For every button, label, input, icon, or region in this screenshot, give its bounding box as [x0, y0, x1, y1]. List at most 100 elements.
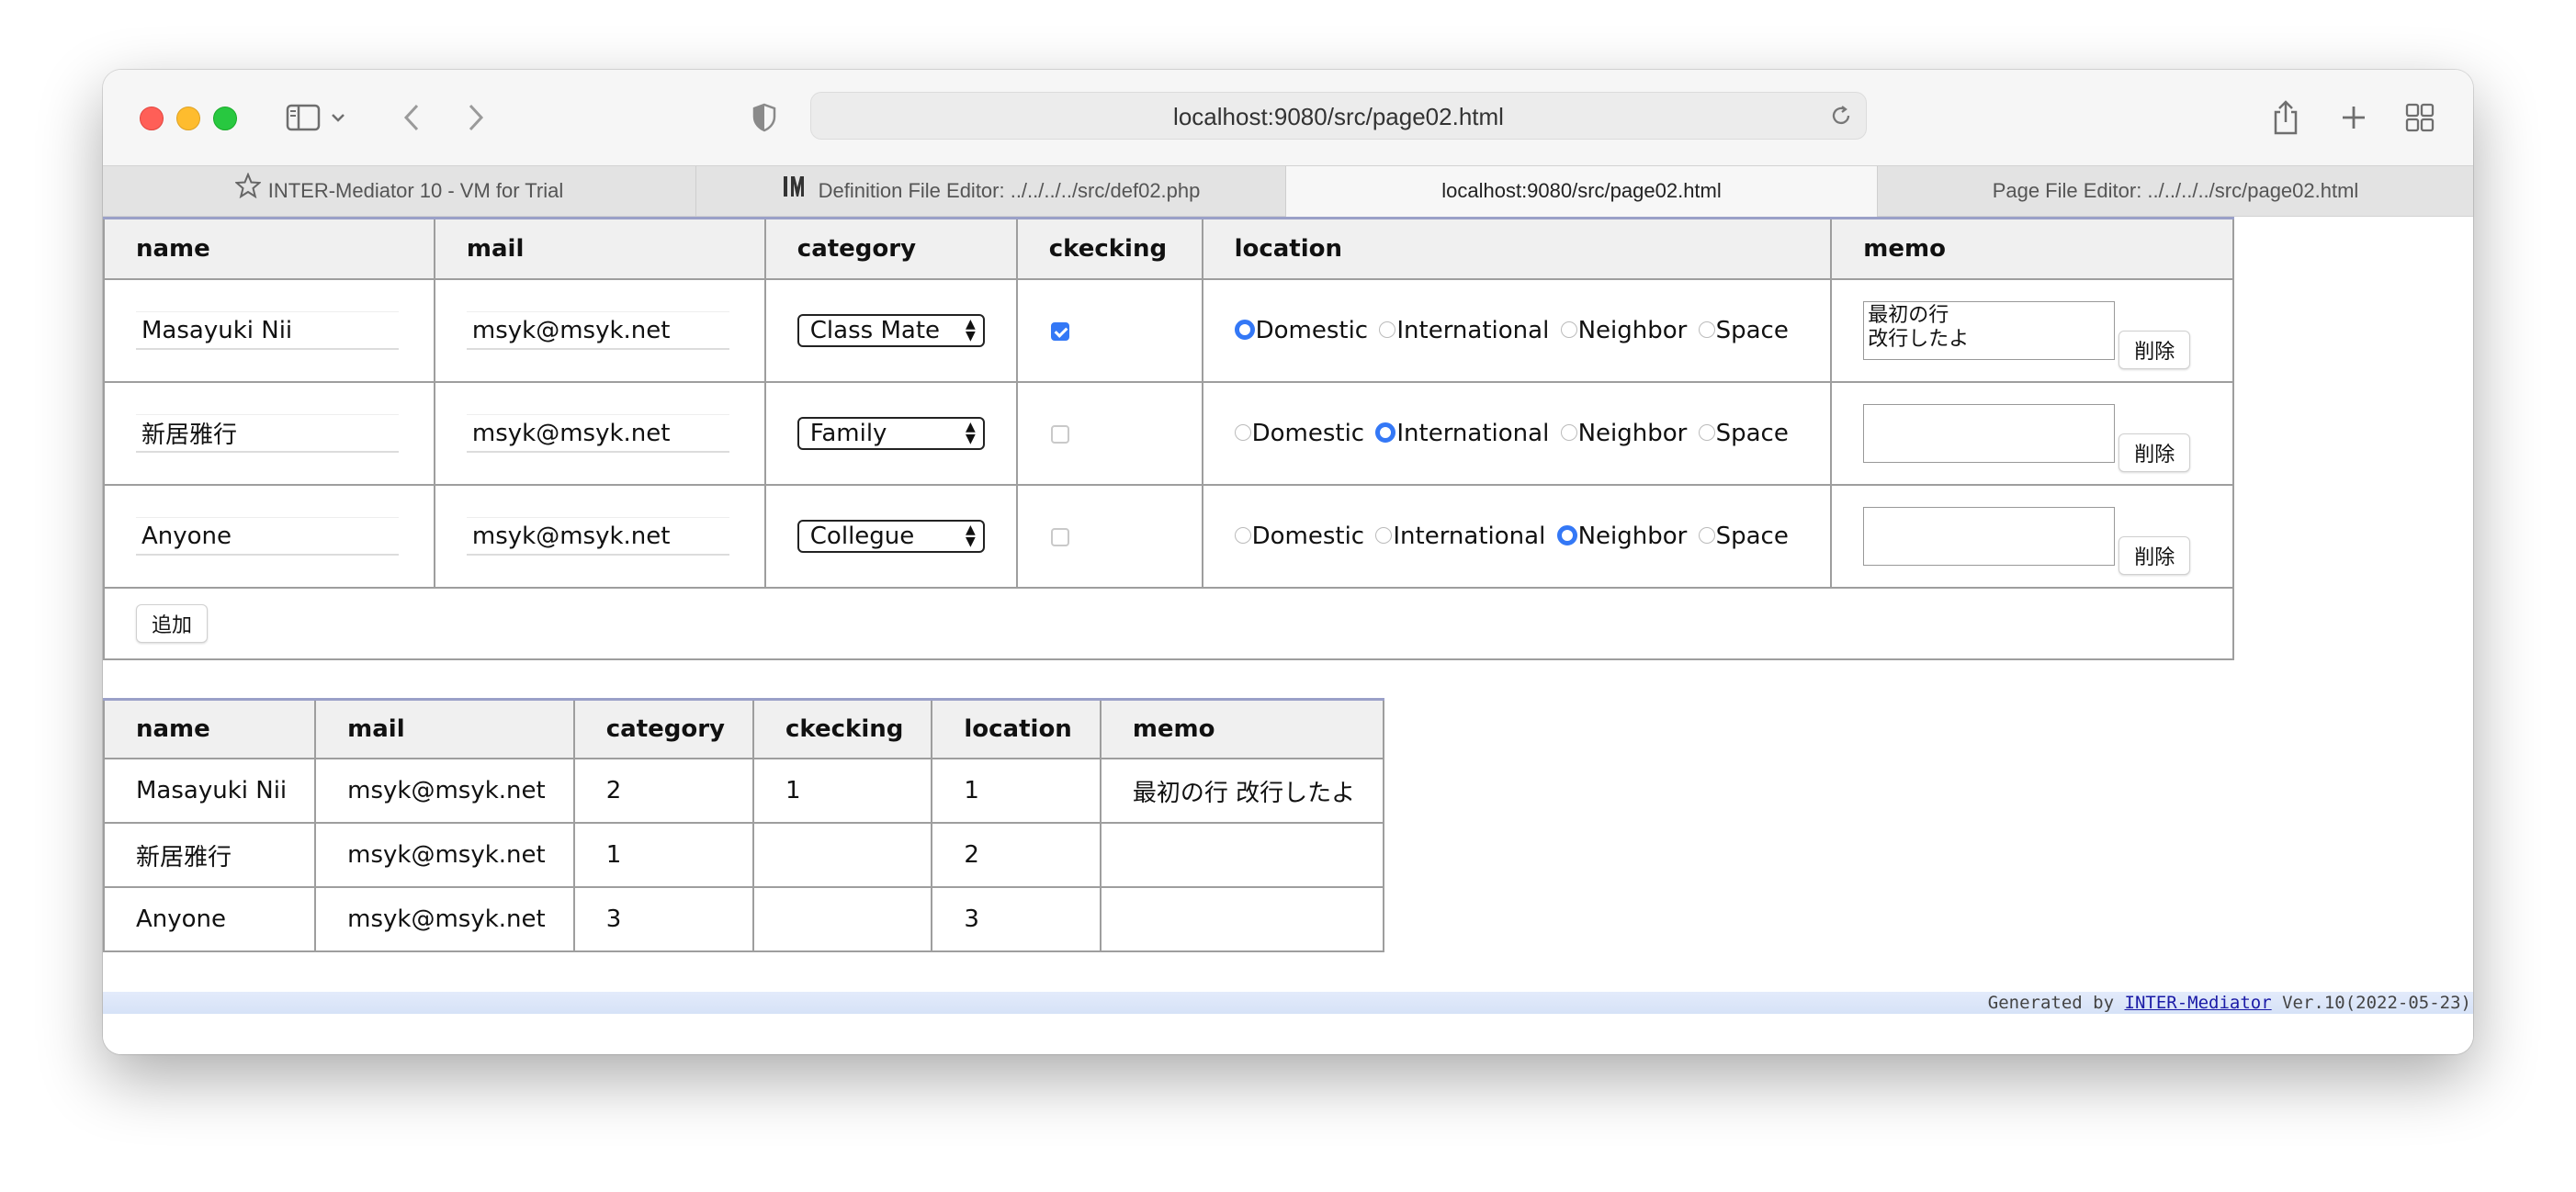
- tab-bar: INTER-Mediator 10 - VM for Trial Definit…: [103, 165, 2473, 218]
- share-icon[interactable]: [2267, 97, 2304, 138]
- mail-field[interactable]: [466, 517, 729, 556]
- radio-neighbor[interactable]: [1560, 320, 1577, 338]
- name-cell: [103, 278, 435, 383]
- location-cell: Domestic International Neighbor Space: [1201, 381, 1833, 486]
- forward-icon[interactable]: [459, 97, 492, 138]
- table-row: Family ▲▼ Domestic International Neighbor…: [103, 381, 2234, 486]
- address-bar[interactable]: localhost:9080/src/page02.html: [810, 92, 1867, 140]
- header-name: name: [103, 217, 435, 280]
- category-cell: Collegue ▲ ▼: [763, 484, 1018, 589]
- radio-international[interactable]: [1375, 422, 1396, 443]
- tab-overview-icon[interactable]: [2401, 97, 2438, 138]
- list-table: name mail category ckecking location mem…: [103, 698, 1385, 952]
- tab-definition-file-editor[interactable]: Definition File Editor: ../../../../src/…: [696, 166, 1286, 218]
- radio-label-space: Space: [1715, 420, 1789, 447]
- header-category: category: [763, 217, 1018, 280]
- checking-cell: [1015, 381, 1203, 486]
- checking-checkbox[interactable]: [1050, 527, 1069, 546]
- list-cell: 3: [931, 886, 1102, 952]
- category-select-value: Collegue: [809, 523, 915, 550]
- radio-space[interactable]: [1698, 526, 1715, 544]
- privacy-shield-icon[interactable]: [748, 97, 781, 138]
- radio-neighbor[interactable]: [1556, 524, 1577, 545]
- minimize-window-button[interactable]: [176, 107, 200, 130]
- select-arrows-icon: ▲ ▼: [966, 523, 976, 549]
- zoom-window-button[interactable]: [213, 107, 237, 130]
- list-cell: 3: [572, 886, 755, 952]
- radio-international[interactable]: [1375, 526, 1393, 544]
- im-logo-icon: [782, 167, 811, 217]
- list-header-memo: memo: [1099, 698, 1385, 759]
- radio-space[interactable]: [1698, 423, 1715, 441]
- add-button[interactable]: 追加: [136, 604, 209, 643]
- list-cell: [1099, 822, 1385, 888]
- radio-space[interactable]: [1698, 320, 1715, 338]
- list-cell: 1: [572, 822, 755, 888]
- checking-checkbox[interactable]: [1050, 424, 1069, 444]
- header-location: location: [1201, 217, 1833, 280]
- list-cell: [751, 886, 933, 952]
- radio-label-neighbor: Neighbor: [1577, 420, 1688, 447]
- reload-icon[interactable]: [1829, 104, 1853, 132]
- list-cell: msyk@msyk.net: [314, 886, 575, 952]
- star-icon: [233, 167, 262, 217]
- mail-cell: [433, 278, 766, 383]
- mail-field[interactable]: [466, 414, 729, 453]
- delete-button[interactable]: 削除: [2118, 433, 2191, 472]
- checking-cell: [1015, 278, 1203, 383]
- list-cell: 新居雅行: [103, 822, 317, 888]
- tab-page-file-editor[interactable]: Page File Editor: ../../../../src/page02…: [1878, 166, 2473, 218]
- table-row: Collegue ▲▼ Domestic International Neighb…: [103, 484, 2234, 589]
- mail-cell: [433, 381, 766, 486]
- checking-checkbox[interactable]: [1050, 321, 1069, 341]
- radio-domestic[interactable]: [1234, 423, 1251, 441]
- memo-textarea[interactable]: [1863, 404, 2116, 463]
- footer-suffix: Ver.10(2022-05-23): [2271, 993, 2471, 1013]
- back-icon[interactable]: [395, 97, 428, 138]
- category-select-value: Class Mate: [809, 317, 941, 344]
- location-cell: Domestic International Neighbor Space: [1201, 484, 1833, 589]
- delete-button[interactable]: 削除: [2118, 536, 2191, 575]
- list-cell: [751, 822, 933, 888]
- memo-textarea[interactable]: 最初の行 改行したよ: [1863, 301, 2116, 360]
- editor-table: name mail category ckecking location mem…: [103, 217, 2234, 660]
- tab-inter-mediator-trial[interactable]: INTER-Mediator 10 - VM for Trial: [103, 166, 696, 218]
- list-cell: 最初の行 改行したよ: [1099, 758, 1385, 824]
- list-cell: 2: [931, 822, 1102, 888]
- memo-textarea[interactable]: [1863, 507, 2116, 566]
- title-bar: localhost:9080/src/page02.html: [103, 70, 2473, 165]
- location-cell: Domestic International Neighbor Space: [1201, 278, 1833, 383]
- category-select[interactable]: Class Mate ▲ ▼: [797, 314, 985, 347]
- radio-label-domestic: Domestic: [1251, 523, 1365, 550]
- mail-field[interactable]: [466, 311, 729, 350]
- name-field[interactable]: [136, 414, 399, 453]
- memo-cell: 削除: [1830, 381, 2234, 486]
- radio-domestic[interactable]: [1234, 319, 1255, 340]
- list-header-mail: mail: [314, 698, 575, 759]
- category-select[interactable]: Collegue ▲ ▼: [797, 520, 985, 553]
- category-select[interactable]: Family ▲ ▼: [797, 417, 985, 450]
- radio-label-domestic: Domestic: [1251, 420, 1365, 447]
- tab-label: INTER-Mediator 10 - VM for Trial: [267, 179, 564, 202]
- name-field[interactable]: [136, 311, 399, 350]
- chevron-down-icon[interactable]: [327, 97, 349, 138]
- list-cell: 2: [572, 758, 755, 824]
- radio-neighbor[interactable]: [1560, 423, 1577, 441]
- list-cell: Anyone: [103, 886, 317, 952]
- tab-page02-active[interactable]: localhost:9080/src/page02.html: [1286, 166, 1878, 218]
- name-field[interactable]: [136, 517, 399, 556]
- inter-mediator-link[interactable]: INTER-Mediator: [2125, 993, 2272, 1013]
- select-arrows-icon: ▲ ▼: [966, 420, 976, 446]
- delete-button[interactable]: 削除: [2118, 331, 2191, 369]
- category-select-value: Family: [809, 420, 887, 447]
- sidebar-icon[interactable]: [283, 97, 323, 138]
- new-tab-icon[interactable]: [2335, 97, 2372, 138]
- url-text: localhost:9080/src/page02.html: [1173, 103, 1504, 130]
- header-memo: memo: [1830, 217, 2234, 280]
- tab-label: localhost:9080/src/page02.html: [1441, 179, 1722, 202]
- add-row: 追加: [103, 587, 2234, 660]
- list-cell: [1099, 886, 1385, 952]
- radio-international[interactable]: [1379, 320, 1396, 338]
- close-window-button[interactable]: [140, 107, 164, 130]
- radio-domestic[interactable]: [1234, 526, 1251, 544]
